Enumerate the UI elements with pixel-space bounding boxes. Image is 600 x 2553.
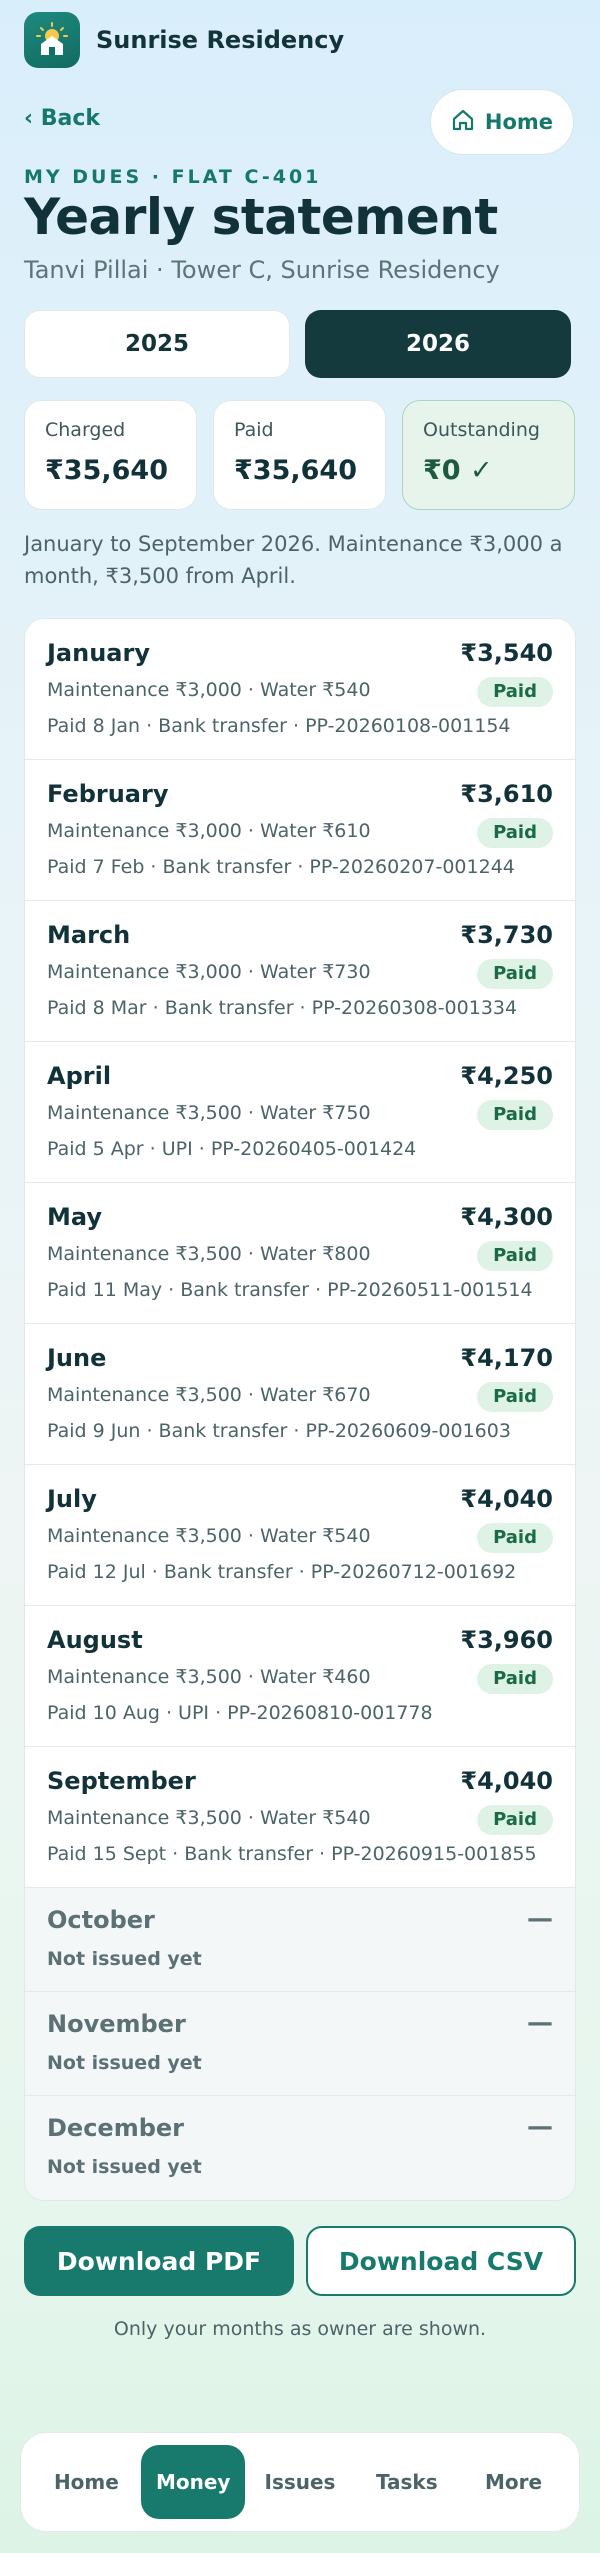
status-badge: Paid	[477, 818, 553, 848]
month-row-february[interactable]: February ₹3,610 Maintenance ₹3,000 · Wat…	[25, 760, 575, 901]
payment-reference: Paid 10 Aug · UPI · PP-20260810-001778	[47, 1702, 433, 1724]
payment-reference: Paid 11 May · Bank transfer · PP-2026051…	[47, 1279, 533, 1301]
month-name: August	[47, 1626, 143, 1654]
month-row-november: November — Not issued yet	[25, 1992, 575, 2096]
payment-reference: Paid 7 Feb · Bank transfer · PP-20260207…	[47, 856, 515, 878]
charged-card: Charged ₹35,640	[24, 400, 197, 510]
month-amount: ₹4,170	[460, 1344, 553, 1372]
nav-item-tasks[interactable]: Tasks	[355, 2445, 459, 2519]
payment-reference: Paid 12 Jul · Bank transfer · PP-2026071…	[47, 1561, 517, 1583]
status-badge: Paid	[477, 1241, 553, 1271]
month-amount: ₹4,040	[460, 1485, 553, 1513]
month-breakdown: Maintenance ₹3,500 · Water ₹750	[47, 1102, 371, 1124]
month-row-july[interactable]: July ₹4,040 Maintenance ₹3,500 · Water ₹…	[25, 1465, 575, 1606]
month-row-april[interactable]: April ₹4,250 Maintenance ₹3,500 · Water …	[25, 1042, 575, 1183]
month-status: Not issued yet	[47, 1948, 202, 1970]
month-name: April	[47, 1062, 112, 1090]
charged-label: Charged	[45, 419, 126, 441]
month-breakdown: Maintenance ₹3,500 · Water ₹670	[47, 1384, 371, 1406]
month-name: January	[47, 639, 150, 667]
month-amount: ₹3,960	[460, 1626, 553, 1654]
month-name: March	[47, 921, 131, 949]
status-badge: Paid	[477, 1382, 553, 1412]
month-row-june[interactable]: June ₹4,170 Maintenance ₹3,500 · Water ₹…	[25, 1324, 575, 1465]
paid-label: Paid	[234, 419, 274, 441]
year-2025-tab[interactable]: 2025	[24, 310, 290, 378]
paid-card: Paid ₹35,640	[213, 400, 386, 510]
month-name: June	[47, 1344, 107, 1372]
month-breakdown: Maintenance ₹3,500 · Water ₹460	[47, 1666, 371, 1688]
house-sunrise-icon	[24, 12, 80, 68]
paid-value: ₹35,640	[234, 455, 357, 486]
status-badge: Paid	[477, 959, 553, 989]
page-title: Yearly statement	[24, 188, 498, 246]
month-row-march[interactable]: March ₹3,730 Maintenance ₹3,000 · Water …	[25, 901, 575, 1042]
no-amount-dash: —	[527, 1904, 553, 1934]
app-header: Sunrise Residency	[24, 12, 344, 68]
home-button[interactable]: Home	[430, 89, 574, 155]
status-badge: Paid	[477, 1805, 553, 1835]
status-badge: Paid	[477, 1523, 553, 1553]
month-amount: ₹3,610	[460, 780, 553, 808]
month-row-august[interactable]: August ₹3,960 Maintenance ₹3,500 · Water…	[25, 1606, 575, 1747]
month-amount: ₹3,730	[460, 921, 553, 949]
month-breakdown: Maintenance ₹3,500 · Water ₹540	[47, 1525, 371, 1547]
month-status: Not issued yet	[47, 2052, 202, 2074]
month-name: February	[47, 780, 169, 808]
bottom-nav: Home Money Issues Tasks More	[20, 2432, 580, 2532]
back-link[interactable]: ‹ Back	[24, 106, 100, 131]
payment-reference: Paid 15 Sept · Bank transfer · PP-202609…	[47, 1843, 537, 1865]
month-name: May	[47, 1203, 102, 1231]
status-badge: Paid	[477, 1100, 553, 1130]
nav-item-more[interactable]: More	[462, 2445, 566, 2519]
payment-reference: Paid 9 Jun · Bank transfer · PP-20260609…	[47, 1420, 511, 1442]
month-amount: ₹4,040	[460, 1767, 553, 1795]
outstanding-card: Outstanding ₹0 ✓	[402, 400, 575, 510]
year-2026-tab[interactable]: 2026	[305, 310, 571, 378]
month-name: November	[47, 2010, 186, 2038]
month-status: Not issued yet	[47, 2156, 202, 2178]
page-eyebrow: MY DUES · FLAT C-401	[24, 166, 322, 188]
month-name: October	[47, 1906, 155, 1934]
nav-item-home[interactable]: Home	[34, 2445, 138, 2519]
month-name: September	[47, 1767, 196, 1795]
download-pdf-button[interactable]: Download PDF	[24, 2226, 294, 2296]
month-breakdown: Maintenance ₹3,000 · Water ₹730	[47, 961, 371, 983]
payment-reference: Paid 8 Jan · Bank transfer · PP-20260108…	[47, 715, 511, 737]
month-row-september[interactable]: September ₹4,040 Maintenance ₹3,500 · Wa…	[25, 1747, 575, 1888]
outstanding-value: ₹0 ✓	[423, 455, 493, 486]
month-row-december: December — Not issued yet	[25, 2096, 575, 2200]
home-icon	[451, 108, 475, 137]
month-amount: ₹4,250	[460, 1062, 553, 1090]
status-badge: Paid	[477, 677, 553, 707]
month-breakdown: Maintenance ₹3,000 · Water ₹610	[47, 820, 371, 842]
status-badge: Paid	[477, 1664, 553, 1694]
app-title: Sunrise Residency	[96, 26, 345, 54]
month-name: December	[47, 2114, 185, 2142]
month-amount: ₹3,540	[460, 639, 553, 667]
statement-note: January to September 2026. Maintenance ₹…	[24, 532, 563, 588]
no-amount-dash: —	[527, 2112, 553, 2142]
payment-reference: Paid 8 Mar · Bank transfer · PP-20260308…	[47, 997, 518, 1019]
month-amount: ₹4,300	[460, 1203, 553, 1231]
month-row-october: October — Not issued yet	[25, 1888, 575, 1992]
month-name: July	[47, 1485, 97, 1513]
nav-item-issues[interactable]: Issues	[248, 2445, 352, 2519]
month-breakdown: Maintenance ₹3,500 · Water ₹540	[47, 1807, 371, 1829]
month-row-may[interactable]: May ₹4,300 Maintenance ₹3,500 · Water ₹8…	[25, 1183, 575, 1324]
owner-months-note: Only your months as owner are shown.	[113, 2318, 487, 2340]
charged-value: ₹35,640	[45, 455, 168, 486]
month-row-january[interactable]: January ₹3,540 Maintenance ₹3,000 · Wate…	[25, 619, 575, 760]
nav-item-money[interactable]: Money	[141, 2445, 246, 2519]
month-breakdown: Maintenance ₹3,500 · Water ₹800	[47, 1243, 371, 1265]
payment-reference: Paid 5 Apr · UPI · PP-20260405-001424	[47, 1138, 417, 1160]
download-csv-button[interactable]: Download CSV	[306, 2226, 576, 2296]
no-amount-dash: —	[527, 2008, 553, 2038]
home-button-label: Home	[484, 110, 554, 134]
month-list: January ₹3,540 Maintenance ₹3,000 · Wate…	[24, 618, 576, 2201]
outstanding-label: Outstanding	[423, 419, 540, 441]
month-breakdown: Maintenance ₹3,000 · Water ₹540	[47, 679, 371, 701]
page-subtitle: Tanvi Pillai · Tower C, Sunrise Residenc…	[24, 256, 500, 284]
